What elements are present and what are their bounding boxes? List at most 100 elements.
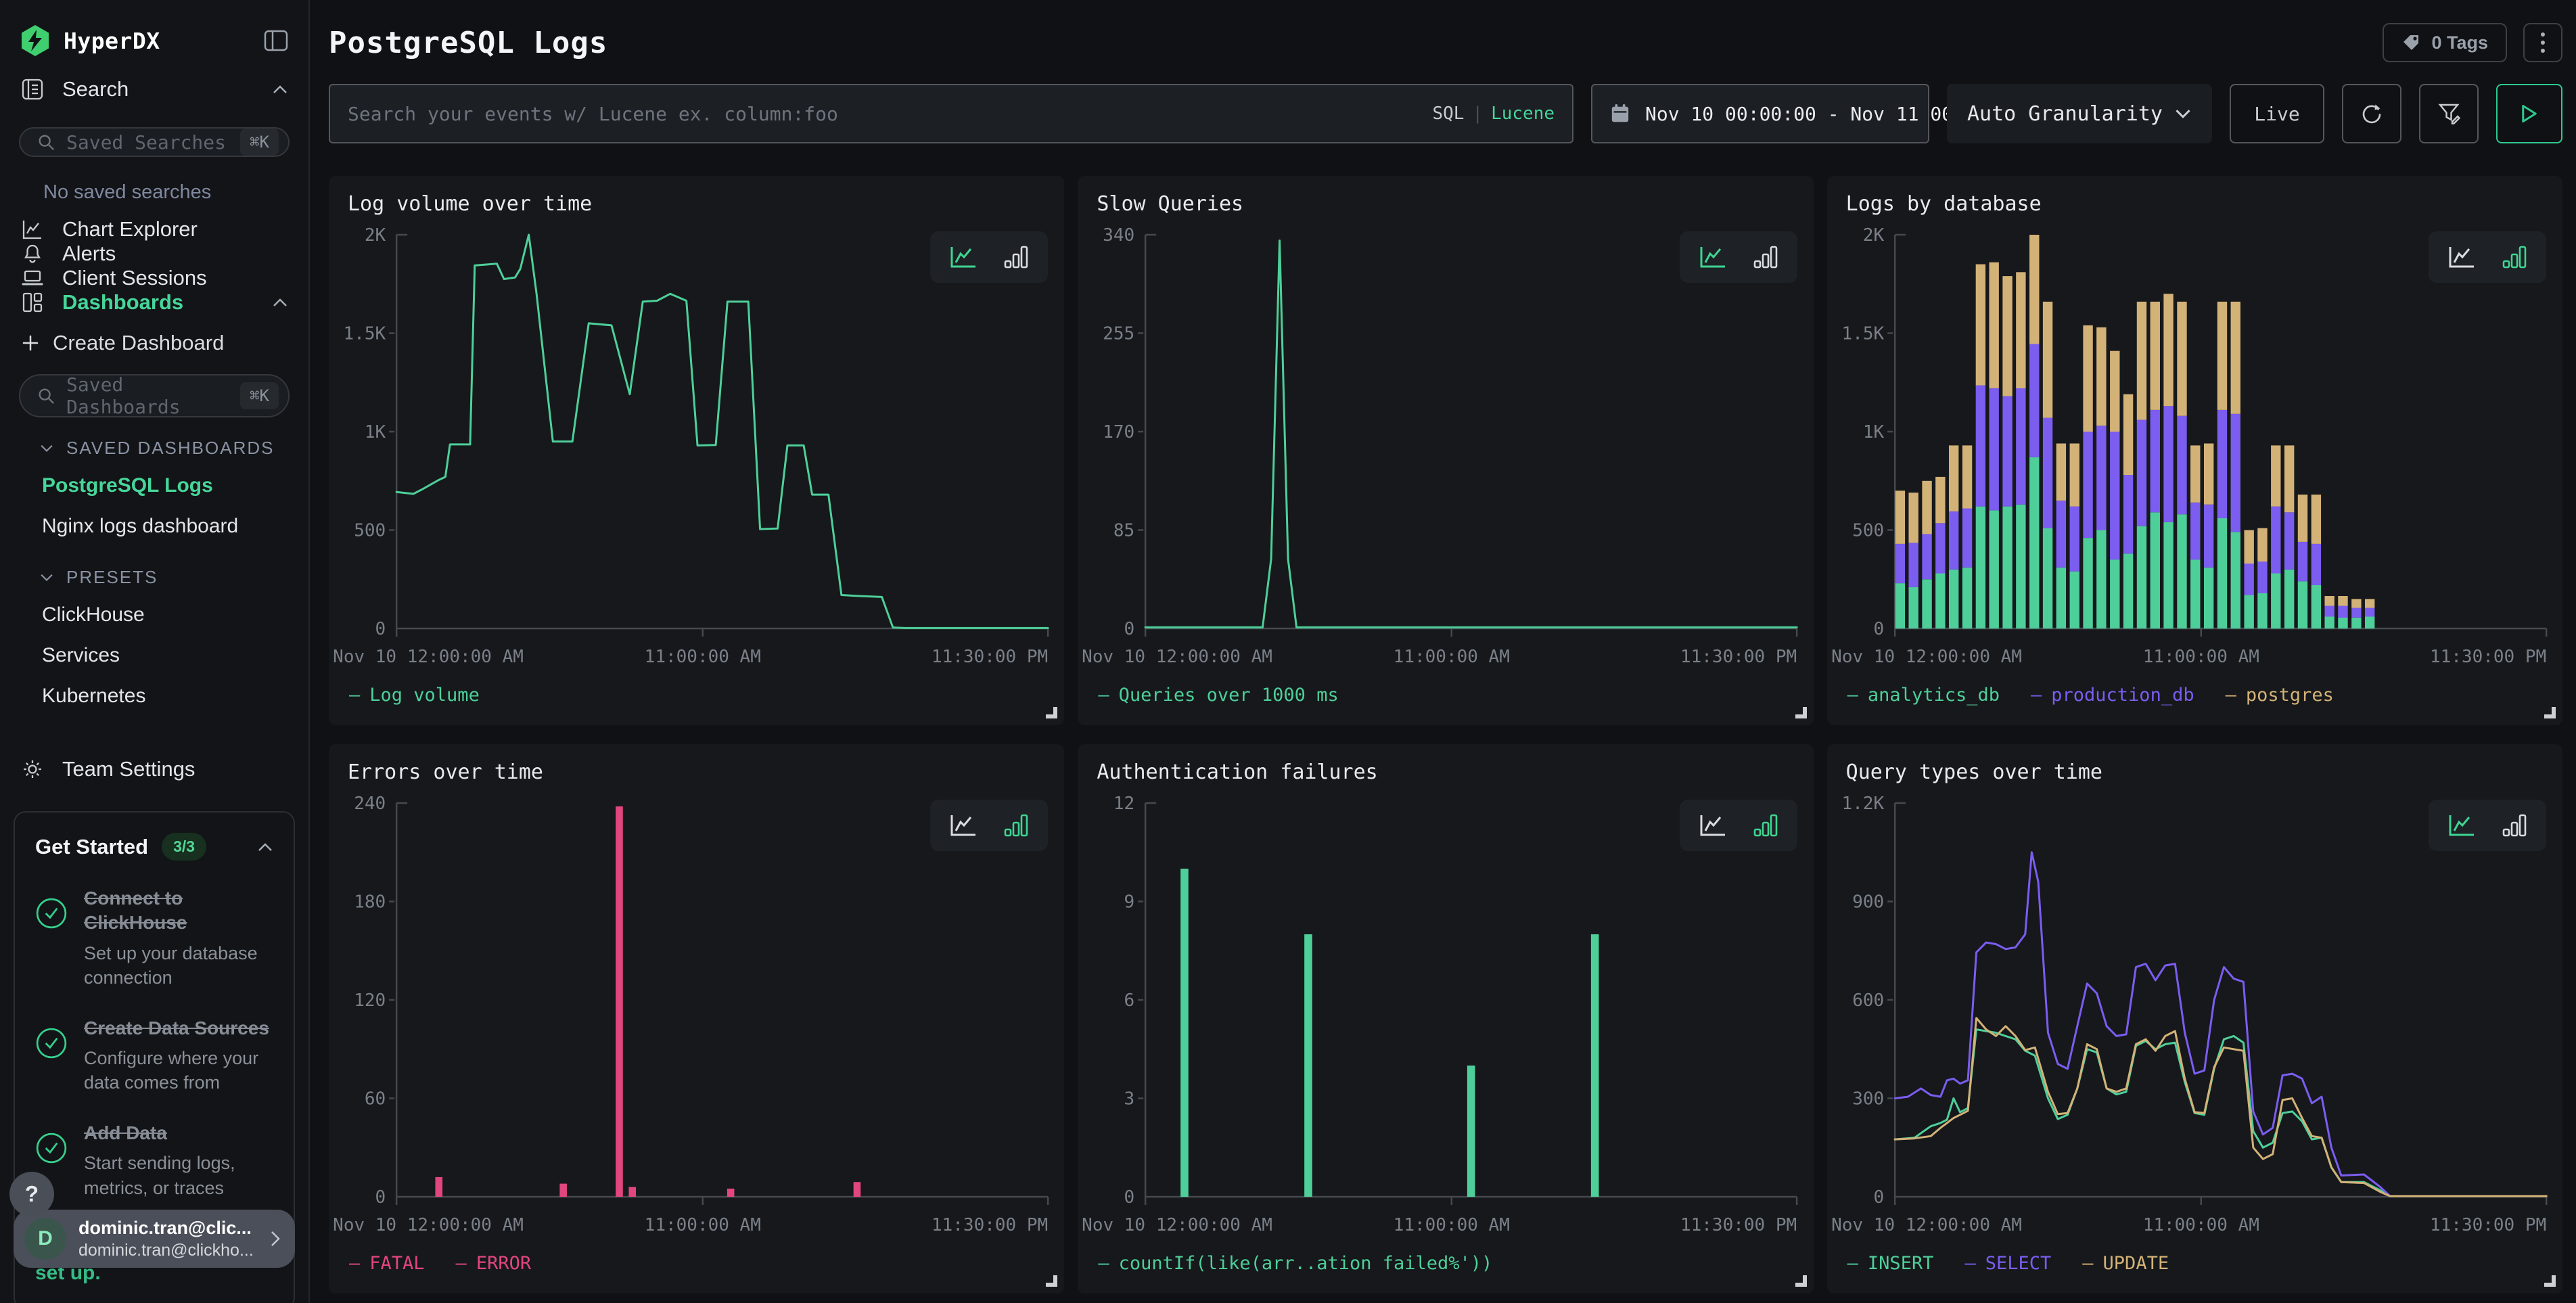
section-title: SAVED DASHBOARDS (66, 438, 274, 459)
check-circle-icon (35, 886, 68, 990)
chevron-down-icon (39, 573, 54, 582)
chart-plot[interactable]: 03006009001.2KNov 10 12:00:00 AM11:00:00… (1827, 787, 2562, 1244)
sidebar-item-nginx-logs-dashboard[interactable]: Nginx logs dashboard (0, 506, 308, 547)
resize-handle-icon[interactable] (1795, 707, 1807, 718)
chart-type-toggle (1680, 231, 1797, 283)
svg-text:11:00:00 AM: 11:00:00 AM (2142, 647, 2259, 667)
kebab-icon (2540, 31, 2546, 54)
refresh-button[interactable] (2342, 84, 2401, 143)
sidebar-item-services[interactable]: Services (0, 635, 308, 676)
chart-type-toggle (930, 231, 1048, 283)
chart-title: Query types over time (1846, 760, 2562, 784)
user-menu[interactable]: D dominic.tran@clic... dominic.tran@clic… (14, 1210, 295, 1268)
line-chart-icon[interactable] (949, 245, 978, 269)
bar-chart-icon[interactable] (2502, 245, 2527, 269)
line-chart-icon[interactable] (1699, 813, 1727, 838)
chevron-up-icon (272, 297, 288, 308)
date-range-picker[interactable]: Nov 10 00:00:00 - Nov 11 00:00:00 (1591, 84, 1929, 143)
sidebar-item-search[interactable]: Search (0, 77, 308, 101)
bar-chart-icon[interactable] (1003, 813, 1029, 838)
get-started-items: Connect to ClickHouseSet up your databas… (35, 886, 273, 1200)
sidebar-sections: SAVED DASHBOARDS PostgreSQL LogsNginx log… (0, 417, 308, 716)
legend-item: —production_db (2031, 685, 2194, 706)
lucene-toggle-option[interactable]: Lucene (1491, 104, 1555, 124)
svg-text:11:00:00 AM: 11:00:00 AM (645, 1215, 761, 1235)
shortcut-badge: ⌘K (240, 129, 279, 156)
user-email: dominic.tran@clickho... (78, 1241, 257, 1260)
sidebar-collapse-icon[interactable] (264, 30, 288, 51)
sidebar-item-chart-explorer[interactable]: Chart Explorer (0, 217, 308, 242)
svg-text:900: 900 (1852, 892, 1884, 913)
get-started-item[interactable]: Connect to ClickHouseSet up your databas… (35, 886, 273, 990)
legend-item: —postgres (2226, 685, 2334, 706)
sidebar-item-dashboards[interactable]: Dashboards (0, 290, 308, 315)
help-button[interactable]: ? (9, 1172, 54, 1216)
plus-icon (22, 334, 39, 352)
chart-panel-2: Slow Queries 085170255340Nov 10 12:00:00… (1078, 176, 1813, 725)
resize-handle-icon[interactable] (1046, 1275, 1057, 1287)
svg-text:0: 0 (375, 1187, 386, 1208)
sql-toggle-option[interactable]: SQL (1432, 104, 1464, 124)
svg-text:11:00:00 AM: 11:00:00 AM (645, 647, 761, 667)
line-chart-icon[interactable] (1699, 245, 1727, 269)
sidebar-item-clickhouse[interactable]: ClickHouse (0, 595, 308, 635)
live-button[interactable]: Live (2230, 84, 2324, 143)
section-header[interactable]: SAVED DASHBOARDS (0, 417, 308, 465)
svg-text:0: 0 (1124, 1187, 1135, 1208)
granularity-select[interactable]: Auto Granularity (1947, 84, 2212, 143)
resize-handle-icon[interactable] (2544, 1275, 2556, 1287)
get-started-title: Get Started (35, 835, 148, 859)
line-chart-icon[interactable] (2447, 245, 2476, 269)
svg-text:2K: 2K (365, 225, 386, 246)
filter-button[interactable] (2419, 84, 2479, 143)
chart-plot[interactable]: 060120180240Nov 10 12:00:00 AM11:00:00 A… (329, 787, 1064, 1244)
chart-panel-3: Logs by database 05001K1.5K2KNov 10 12:0… (1827, 176, 2562, 725)
run-query-button[interactable] (2496, 84, 2562, 143)
legend-item: —FATAL (349, 1253, 425, 1274)
create-dashboard-label: Create Dashboard (53, 331, 224, 355)
chart-title: Logs by database (1846, 192, 2562, 216)
chart-plot[interactable]: 05001K1.5K2KNov 10 12:00:00 AM11:00:00 A… (329, 219, 1064, 676)
bar-chart-icon[interactable] (2502, 813, 2527, 838)
chart-legend: —Queries over 1000 ms (1078, 676, 1813, 714)
resize-handle-icon[interactable] (2544, 707, 2556, 718)
create-dashboard-button[interactable]: Create Dashboard (0, 331, 308, 355)
chevron-up-icon[interactable] (257, 842, 273, 852)
get-started-item-title: Add Data (84, 1121, 273, 1145)
sidebar-item-team-settings[interactable]: Team Settings (0, 757, 308, 781)
bar-chart-icon[interactable] (1753, 245, 1778, 269)
title-row: PostgreSQL Logs 0 Tags (329, 23, 2562, 62)
saved-dashboards-input[interactable]: Saved Dashboards ⌘K (19, 374, 290, 417)
magnifier-icon (37, 386, 55, 405)
resize-handle-icon[interactable] (1795, 1275, 1807, 1287)
event-search-input[interactable]: Search your events w/ Lucene ex. column:… (329, 84, 1573, 143)
svg-text:500: 500 (354, 521, 386, 541)
svg-text:12: 12 (1113, 794, 1134, 814)
sidebar-item-client-sessions[interactable]: Client Sessions (0, 266, 308, 290)
tags-button[interactable]: 0 Tags (2383, 23, 2507, 62)
svg-text:11:00:00 AM: 11:00:00 AM (1394, 1215, 1510, 1235)
more-menu-button[interactable] (2523, 23, 2562, 62)
section-header[interactable]: PRESETS (0, 547, 308, 595)
sidebar-item-alerts[interactable]: Alerts (0, 242, 308, 266)
sidebar-item-postgresql-logs[interactable]: PostgreSQL Logs (0, 465, 308, 506)
svg-text:60: 60 (365, 1089, 386, 1110)
get-started-item[interactable]: Create Data SourcesConfigure where your … (35, 1016, 273, 1095)
legend-item: —ERROR (456, 1253, 532, 1274)
svg-text:600: 600 (1852, 990, 1884, 1011)
chart-panel-5: Authentication failures 036912Nov 10 12:… (1078, 744, 1813, 1294)
saved-searches-input[interactable]: Saved Searches ⌘K (19, 127, 290, 157)
line-chart-icon[interactable] (2447, 813, 2476, 838)
chart-plot[interactable]: 036912Nov 10 12:00:00 AM11:00:00 AM11:30… (1078, 787, 1813, 1244)
chart-type-toggle (2429, 800, 2546, 851)
chart-plot[interactable]: 085170255340Nov 10 12:00:00 AM11:00:00 A… (1078, 219, 1813, 676)
chart-plot[interactable]: 05001K1.5K2KNov 10 12:00:00 AM11:00:00 A… (1827, 219, 2562, 676)
svg-text:11:30:00 PM: 11:30:00 PM (2430, 1215, 2546, 1235)
resize-handle-icon[interactable] (1046, 707, 1057, 718)
line-chart-icon[interactable] (949, 813, 978, 838)
sidebar-item-kubernetes[interactable]: Kubernetes (0, 676, 308, 716)
bar-chart-icon[interactable] (1003, 245, 1029, 269)
svg-text:Nov 10 12:00:00 AM: Nov 10 12:00:00 AM (1082, 1215, 1272, 1235)
bar-chart-icon[interactable] (1753, 813, 1778, 838)
get-started-item[interactable]: Add DataStart sending logs, metrics, or … (35, 1121, 273, 1200)
